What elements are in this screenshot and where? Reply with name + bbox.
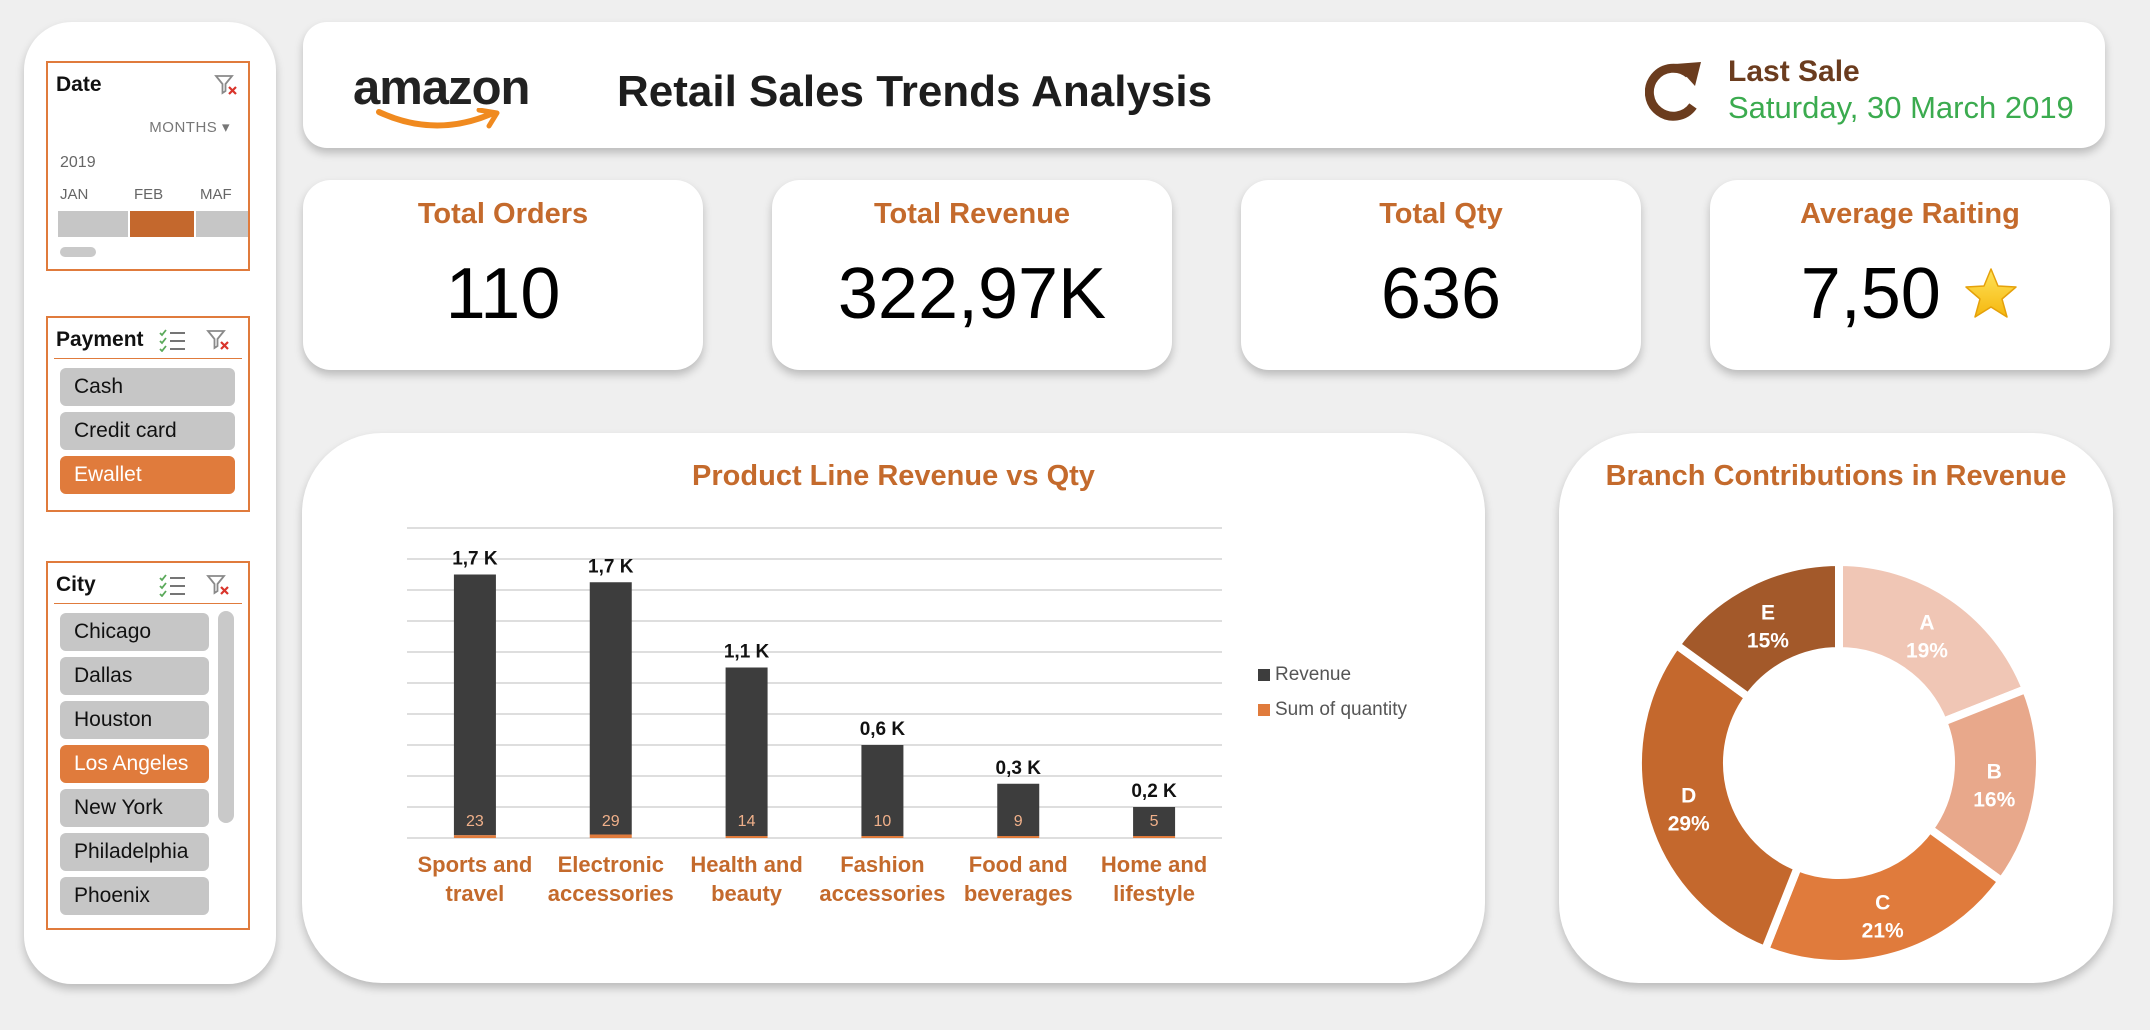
kpi-card-total-revenue: Total Revenue 322,97K (772, 180, 1172, 370)
kpi-value: 636 (1380, 254, 1502, 334)
category-label: Food and beverages (964, 852, 1073, 906)
payment-slicer: Payment Cash Credit card Ewallet (46, 316, 250, 512)
month-bar-mar[interactable] (196, 211, 248, 237)
city-slicer: City Chicago Dallas Houston Los Angeles … (46, 561, 250, 930)
kpi-card-average-rating: Average Raiting 7,50 (1710, 180, 2110, 370)
kpi-label: Average Raiting (1800, 198, 2020, 230)
multi-select-icon[interactable] (158, 573, 186, 597)
quantity-bar[interactable] (725, 836, 768, 838)
product-line-bar-chart: 1,7 K 23 Sports and travel 1,7 K 29 Electronic… (407, 527, 1408, 906)
last-sale-label: Last Sale (1728, 55, 1860, 88)
category-label: Electronic accessories (548, 852, 674, 906)
city-item-dallas[interactable]: Dallas (60, 657, 209, 695)
multi-select-icon[interactable] (158, 328, 186, 352)
payment-item-ewallet[interactable]: Ewallet (60, 456, 235, 494)
kpi-value: 110 (445, 254, 561, 334)
payment-item-credit-card[interactable]: Credit card (60, 412, 235, 450)
refresh-icon[interactable] (1645, 58, 1705, 122)
kpi-card-total-orders: Total Orders 110 (303, 180, 703, 370)
quantity-data-label: 29 (602, 813, 620, 830)
month-label-mar: MAF (200, 186, 232, 203)
quantity-data-label: 14 (738, 813, 756, 830)
legend-swatch-revenue (1258, 669, 1270, 681)
branch-donut-chart: A 19%B 16%C 21%D 29%E 15% (1634, 557, 2044, 968)
kpi-label: Total Qty (1379, 198, 1503, 230)
kpi-label: Total Revenue (873, 198, 1071, 230)
slicer-divider (54, 603, 242, 604)
kpi-label: Total Orders (417, 198, 589, 230)
donut-slice-d[interactable] (1634, 639, 1803, 956)
payment-item-cash[interactable]: Cash (60, 368, 235, 406)
rating-row: 7,50 (1710, 258, 2110, 330)
amazon-logo: amazon (353, 61, 530, 129)
revenue-data-label: 1,7 K (588, 556, 634, 577)
header-bar: amazon Retail Sales Trends Analysis Last… (303, 22, 2105, 148)
product-line-chart-card: Product Line Revenue vs Qty 1,7 K 23 Sport… (302, 433, 1485, 983)
city-item-phoenix[interactable]: Phoenix (60, 877, 209, 915)
timeline-scrollbar[interactable] (60, 247, 96, 257)
quantity-data-label: 5 (1150, 813, 1159, 830)
quantity-data-label: 10 (874, 813, 892, 830)
legend-label-quantity: Sum of quantity (1275, 699, 1408, 720)
month-label-jan: JAN (60, 186, 89, 203)
clear-filter-icon[interactable] (206, 328, 230, 352)
date-year-label: 2019 (60, 154, 96, 171)
quantity-data-label: 23 (466, 813, 484, 830)
revenue-bar[interactable] (725, 667, 768, 837)
quantity-bar[interactable] (1133, 836, 1176, 838)
clear-filter-icon[interactable] (206, 573, 230, 597)
smile-arrow-icon (376, 108, 500, 129)
quantity-bar[interactable] (453, 835, 496, 838)
quantity-data-label: 9 (1014, 813, 1023, 830)
revenue-bar[interactable] (453, 574, 496, 836)
city-item-houston[interactable]: Houston (60, 701, 209, 739)
category-label: Health and beauty (690, 852, 802, 906)
chart-legend: Revenue Sum of quantity (1258, 664, 1408, 720)
quantity-bar[interactable] (997, 836, 1040, 838)
kpi-value: 7,50 (1800, 254, 1941, 334)
legend-swatch-quantity (1258, 704, 1270, 716)
category-label: Home and lifestyle (1101, 852, 1207, 906)
kpi-card-total-qty: Total Qty 636 (1241, 180, 1641, 370)
revenue-data-label: 1,7 K (452, 549, 498, 570)
category-label: Sports and travel (417, 852, 532, 906)
page-title: Retail Sales Trends Analysis (617, 67, 1213, 116)
kpi-value: 322,97K (837, 254, 1107, 334)
month-label-feb: FEB (134, 186, 164, 203)
revenue-data-label: 1,1 K (724, 642, 770, 663)
revenue-bar[interactable] (589, 582, 632, 835)
clear-filter-icon[interactable] (214, 73, 238, 97)
quantity-bar[interactable] (589, 834, 632, 838)
city-item-philadelphia[interactable]: Philadelphia (60, 833, 209, 871)
month-bar-jan[interactable] (58, 211, 128, 237)
star-icon (1965, 268, 2018, 318)
date-level-dropdown[interactable]: MONTHS ▾ (149, 118, 230, 136)
payment-slicer-title: Payment (56, 328, 144, 351)
city-scrollbar[interactable] (218, 611, 234, 823)
month-bar-feb[interactable] (130, 211, 194, 237)
category-label: Fashion accessories (819, 852, 945, 906)
legend-label-revenue: Revenue (1275, 664, 1351, 685)
date-slicer-title: Date (56, 73, 102, 96)
revenue-data-label: 0,6 K (860, 719, 906, 740)
date-timeline-slicer: Date MONTHS ▾ 2019 JAN FEB MAF (46, 61, 250, 271)
city-item-new-york[interactable]: New York (60, 789, 209, 827)
last-sale-date: Saturday, 30 March 2019 (1728, 90, 2074, 125)
logo-text: amazon (353, 61, 530, 115)
branch-contribution-chart-card: Branch Contributions in Revenue A 19% B 16%… (1559, 433, 2113, 983)
slicer-divider (54, 358, 242, 359)
revenue-data-label: 0,2 K (1131, 781, 1177, 802)
city-item-chicago[interactable]: Chicago (60, 613, 209, 651)
city-item-los-angeles[interactable]: Los Angeles (60, 745, 209, 783)
revenue-data-label: 0,3 K (996, 758, 1042, 779)
city-slicer-title: City (56, 573, 96, 596)
quantity-bar[interactable] (861, 836, 904, 838)
